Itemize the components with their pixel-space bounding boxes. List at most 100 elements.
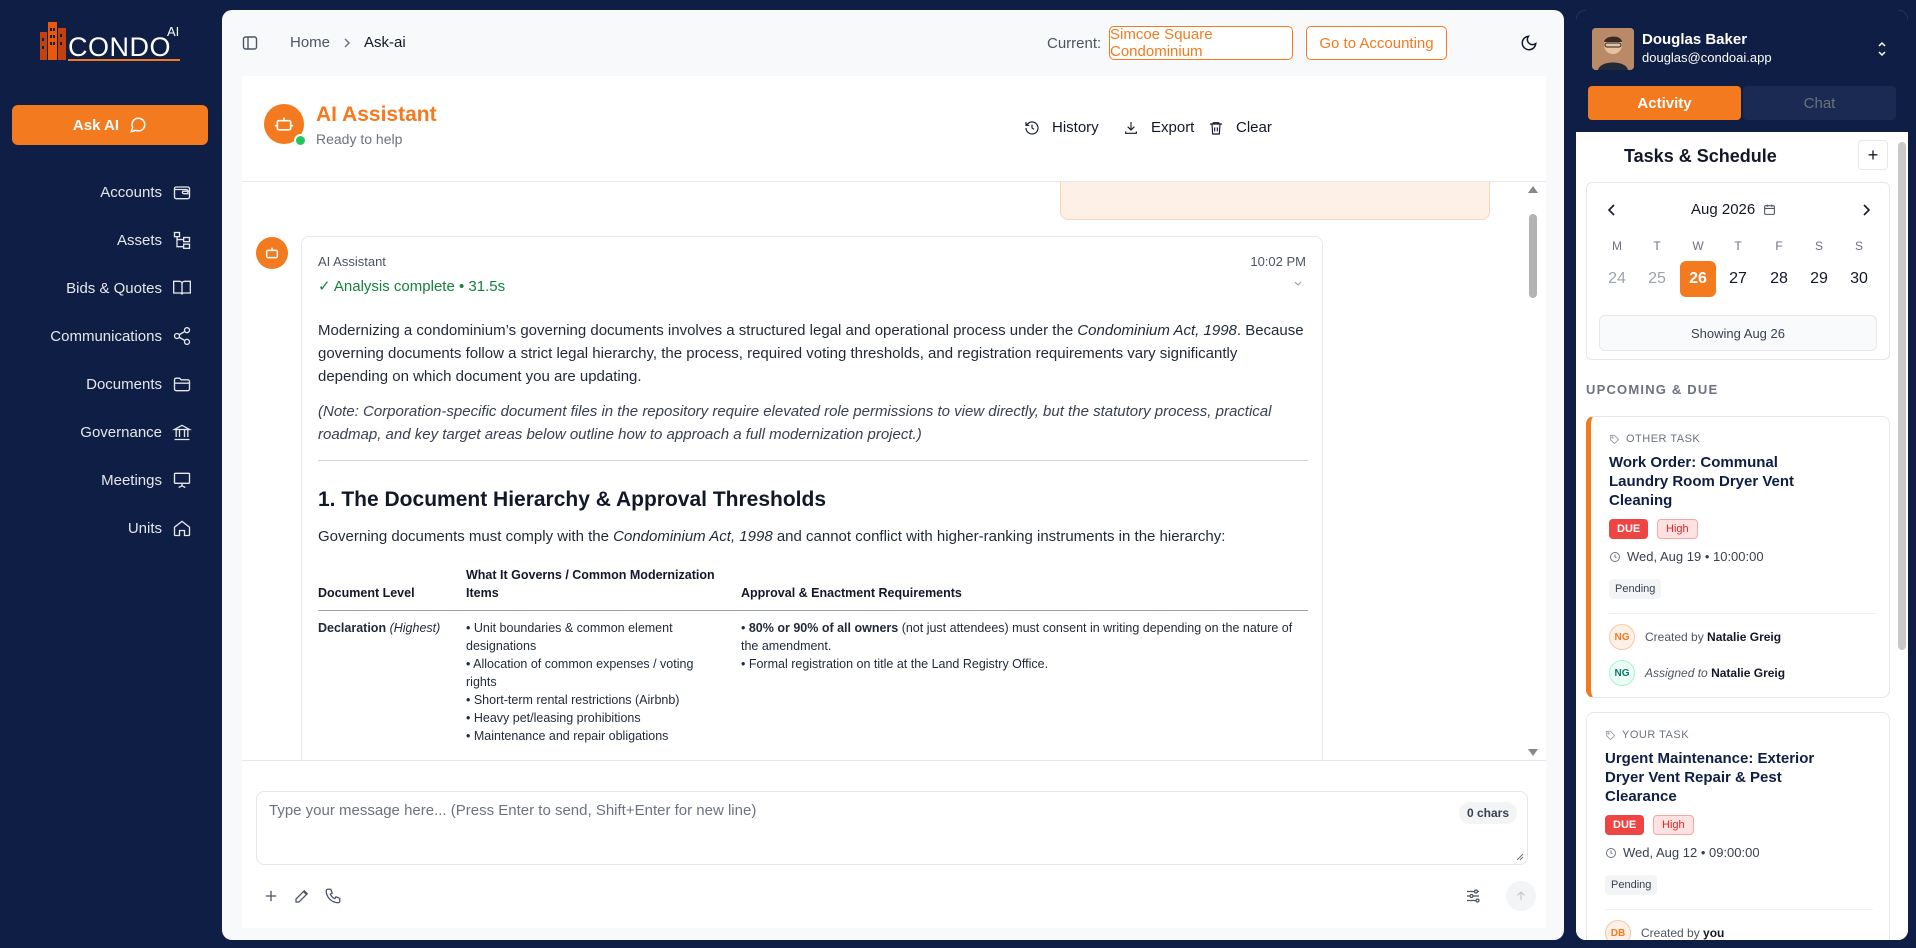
task-title[interactable]: Urgent Maintenance: Exterior Dryer Vent … [1605, 749, 1825, 806]
history-button[interactable]: History [1024, 119, 1099, 136]
panel-tabs: Activity Chat [1588, 86, 1896, 120]
chat-bubble-icon [130, 117, 146, 133]
calendar-day[interactable]: 28 [1761, 261, 1797, 297]
sidebar-item-label: Accounts [100, 183, 162, 201]
sidebar-item-label: Units [127, 519, 162, 537]
send-button[interactable] [1506, 881, 1536, 911]
top-bar: Home Ask-ai Current: Simcoe Square Condo… [222, 10, 1564, 76]
message-note: (Note: Corporation-specific document fil… [318, 403, 1272, 443]
sidebar-item-governance[interactable]: Governance [0, 408, 222, 456]
sidebar-item-units[interactable]: Units [0, 504, 222, 552]
user-photo-icon [1592, 28, 1634, 70]
calendar: Aug 2026 M T W T F S S 24 25 26 27 28 29… [1586, 182, 1890, 360]
chevron-down-icon[interactable] [1294, 281, 1302, 287]
edit-button[interactable] [293, 887, 311, 905]
sidebar-item-communications[interactable]: Communications [0, 312, 222, 360]
task-status-badge: Pending [1609, 579, 1662, 599]
sidebar-item-label: Meetings [101, 471, 162, 489]
section-intro: Governing documents must comply with the… [318, 528, 1226, 545]
message-intro: Modernizing a condominium’s governing do… [318, 322, 1304, 385]
breadcrumb-home[interactable]: Home [290, 34, 330, 51]
weekday-label: S [1814, 239, 1823, 253]
chevron-left-icon[interactable] [1605, 203, 1619, 217]
sidebar-item-bids-quotes[interactable]: Bids & Quotes [0, 264, 222, 312]
table-cell-requirements: • 80% or 90% of all owners (not just att… [741, 621, 1293, 671]
tasks-schedule: Tasks & Schedule + Aug 2026 M T W T F S … [1576, 132, 1908, 940]
chat-messages[interactable]: AI Assistant 10:02 PM ✓ Analysis complet… [242, 182, 1546, 760]
calendar-day[interactable]: 24 [1599, 261, 1635, 297]
chevron-right-icon[interactable] [1859, 203, 1873, 217]
user-avatar[interactable] [1592, 28, 1634, 70]
robot-icon [274, 117, 294, 131]
message-body: Modernizing a condominium’s governing do… [318, 319, 1308, 745]
sidebar-toggle-icon[interactable] [242, 35, 258, 51]
book-open-icon [173, 280, 191, 295]
activity-panel: Douglas Baker douglas@condoai.app Activi… [1576, 10, 1908, 940]
go-to-accounting-button[interactable]: Go to Accounting [1306, 26, 1447, 60]
task-card[interactable]: OTHER TASK Work Order: Communal Laundry … [1586, 416, 1890, 698]
clock-icon [1610, 551, 1620, 562]
bank-icon [172, 424, 192, 441]
message-sender: AI Assistant [318, 254, 386, 269]
presentation-icon [173, 472, 191, 489]
ask-ai-label: Ask AI [72, 116, 120, 134]
settings-sliders-button[interactable] [1464, 887, 1482, 905]
task-created-by: DB Created by you [1605, 920, 1724, 940]
message-composer: Type your message here... (Press Enter t… [242, 760, 1546, 928]
message-input[interactable]: Type your message here... (Press Enter t… [256, 791, 1528, 865]
task-date: Wed, Aug 19 • 10:00:00 [1609, 549, 1764, 564]
task-date: Wed, Aug 12 • 09:00:00 [1605, 845, 1760, 860]
sidebar-nav: Accounts Assets Bids & Quotes Communicat… [0, 168, 222, 552]
calendar-day[interactable]: 27 [1720, 261, 1756, 297]
export-label: Export [1151, 119, 1195, 136]
calendar-month[interactable]: Aug 2026 [1691, 201, 1776, 218]
task-divider [1605, 909, 1873, 910]
current-property-button[interactable]: Simcoe Square Condominium [1109, 26, 1293, 60]
priority-badge: High [1653, 815, 1694, 835]
scroll-thumb[interactable] [1529, 214, 1537, 298]
wallet-icon [173, 186, 191, 200]
ask-ai-button[interactable]: Ask AI [12, 105, 208, 145]
sidebar: CONDO AI Ask AI Accounts Assets Bids & Q… [0, 0, 222, 948]
sidebar-item-accounts[interactable]: Accounts [0, 168, 222, 216]
arrow-up-icon [1517, 891, 1525, 901]
brand-logo[interactable]: CONDO AI [38, 18, 188, 64]
export-button[interactable]: Export [1123, 119, 1194, 136]
chat-scrollbar[interactable] [1526, 182, 1538, 760]
clear-button[interactable]: Clear [1208, 119, 1272, 136]
scroll-down-arrow[interactable] [1528, 749, 1538, 756]
task-card[interactable]: YOUR TASK Urgent Maintenance: Exterior D… [1586, 712, 1890, 940]
building-logo-icon [40, 22, 66, 60]
dark-mode-moon-icon[interactable] [1520, 34, 1538, 52]
task-title[interactable]: Work Order: Communal Laundry Room Dryer … [1609, 453, 1809, 510]
resize-handle-icon[interactable] [1516, 853, 1524, 861]
analysis-status[interactable]: ✓ Analysis complete • 31.5s [318, 277, 505, 295]
attach-plus-button[interactable] [262, 887, 280, 905]
sliders-icon [1467, 889, 1480, 903]
scroll-up-arrow[interactable] [1528, 186, 1538, 193]
plus-icon [265, 890, 277, 902]
history-icon [1025, 120, 1039, 135]
calendar-day-selected[interactable]: 26 [1680, 261, 1716, 297]
sidebar-item-label: Communications [50, 327, 162, 345]
panel-scrollbar[interactable] [1898, 142, 1906, 650]
message-time: 10:02 PM [1250, 254, 1306, 269]
add-task-button[interactable]: + [1858, 140, 1888, 170]
tab-chat[interactable]: Chat [1743, 86, 1896, 120]
char-count-badge: 0 chars [1458, 802, 1517, 824]
chevron-up-down-icon[interactable] [1876, 40, 1888, 58]
weekday-label: S [1854, 239, 1863, 253]
tab-activity[interactable]: Activity [1588, 86, 1741, 120]
calendar-day[interactable]: 29 [1801, 261, 1837, 297]
weekday-label: T [1734, 239, 1742, 253]
download-icon [1125, 121, 1137, 134]
sidebar-item-meetings[interactable]: Meetings [0, 456, 222, 504]
calendar-day[interactable]: 30 [1841, 261, 1877, 297]
sidebar-item-assets[interactable]: Assets [0, 216, 222, 264]
robot-icon [265, 247, 279, 259]
priority-badge: High [1657, 519, 1698, 539]
assistant-title: AI Assistant [316, 103, 437, 126]
calendar-day[interactable]: 25 [1639, 261, 1675, 297]
sidebar-item-documents[interactable]: Documents [0, 360, 222, 408]
call-button[interactable] [324, 887, 342, 905]
